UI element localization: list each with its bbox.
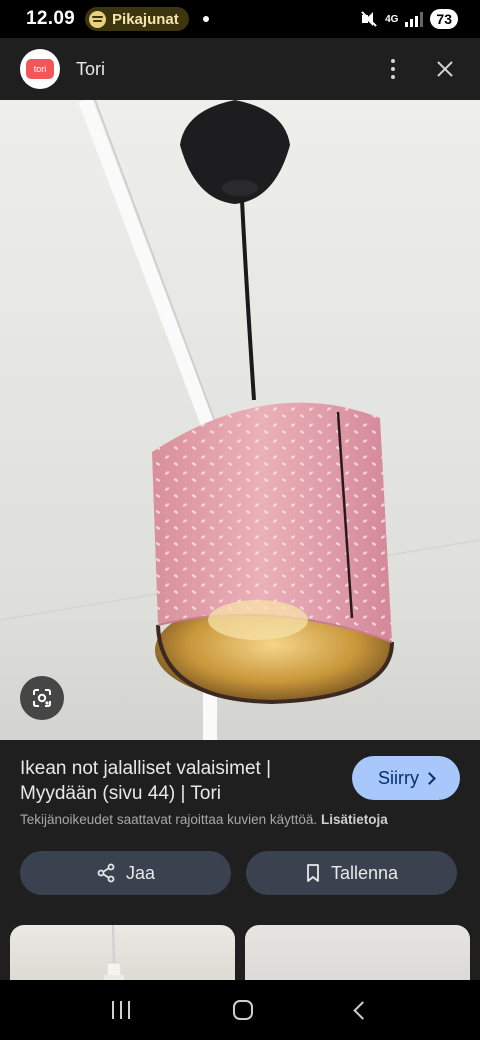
notification-dot-icon bbox=[202, 16, 209, 22]
recent-apps-icon[interactable] bbox=[111, 1001, 130, 1019]
share-icon bbox=[97, 863, 115, 883]
main-image[interactable] bbox=[0, 100, 480, 740]
system-nav-bar bbox=[0, 980, 480, 1040]
close-icon[interactable] bbox=[430, 54, 460, 84]
save-button-label: Tallenna bbox=[330, 862, 399, 883]
battery-level: 73 bbox=[430, 9, 458, 29]
related-image-thumbnail[interactable] bbox=[10, 925, 235, 985]
google-lens-icon[interactable] bbox=[20, 676, 64, 720]
share-button[interactable]: Jaa bbox=[20, 851, 231, 895]
home-icon[interactable] bbox=[232, 1000, 253, 1020]
chevron-right-icon bbox=[423, 771, 436, 785]
viewer-header: tori Tori bbox=[0, 38, 480, 100]
site-logo[interactable]: tori bbox=[20, 49, 60, 89]
status-time: 12.09 bbox=[26, 8, 76, 29]
bookmark-icon bbox=[307, 864, 319, 882]
back-icon[interactable] bbox=[352, 1000, 372, 1020]
copyright-notice: Tekijänoikeudet saattavat rajoittaa kuvi… bbox=[20, 812, 388, 827]
media-chip-label: Pikajunat bbox=[112, 10, 179, 28]
lamp-photo bbox=[0, 100, 480, 740]
result-title[interactable]: Ikean not jalalliset valaisimet | Myydää… bbox=[20, 756, 330, 806]
copyright-text: Tekijänoikeudet saattavat rajoittaa kuvi… bbox=[20, 812, 318, 827]
network-label: 4G bbox=[385, 13, 399, 25]
signal-icon bbox=[405, 11, 424, 27]
more-info-link[interactable]: Lisätietoja bbox=[321, 812, 388, 827]
spotify-icon bbox=[89, 10, 107, 28]
share-button-label: Jaa bbox=[125, 862, 156, 883]
site-name[interactable]: Tori bbox=[76, 59, 105, 80]
more-vert-icon[interactable] bbox=[378, 54, 408, 84]
status-icons: 4G 73 bbox=[360, 9, 458, 29]
mute-icon bbox=[360, 10, 378, 28]
visit-button[interactable]: Siirry bbox=[352, 756, 460, 800]
media-chip[interactable]: Pikajunat bbox=[85, 7, 189, 31]
site-logo-text: tori bbox=[26, 59, 54, 79]
related-image-thumbnail[interactable] bbox=[245, 925, 470, 985]
save-button[interactable]: Tallenna bbox=[246, 851, 457, 895]
visit-button-label: Siirry bbox=[378, 767, 419, 788]
status-bar: 12.09 Pikajunat 4G 73 bbox=[0, 0, 480, 38]
